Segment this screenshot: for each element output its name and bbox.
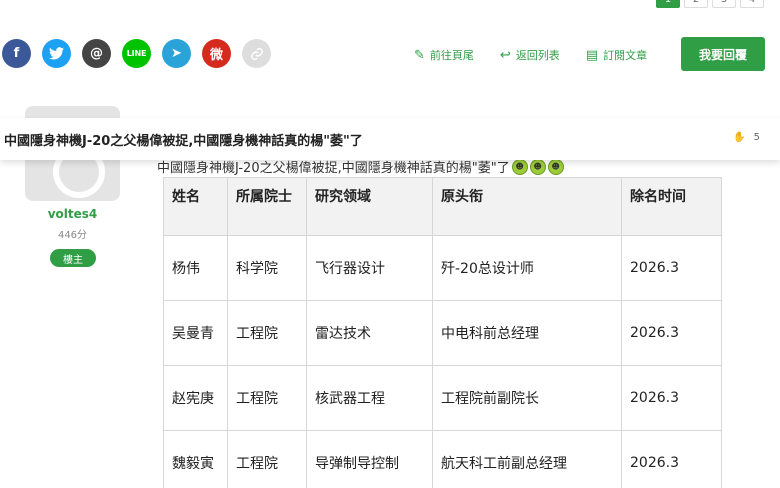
copy-link-icon[interactable] <box>242 39 271 68</box>
subscribe-label: 訂閱文章 <box>603 49 648 62</box>
author-name[interactable]: voltes4 <box>25 207 120 221</box>
table-cell: 工程院 <box>227 365 307 431</box>
page-4-button[interactable]: 4 <box>740 0 764 8</box>
go-to-last-page-link[interactable]: ✎ 前往頁尾 <box>414 47 474 63</box>
column-header: 姓名 <box>163 177 228 236</box>
facebook-icon[interactable]: f <box>2 39 31 68</box>
table-cell: 杨伟 <box>163 235 228 301</box>
original-poster-badge: 樓主 <box>50 249 96 267</box>
twitter-bird-icon <box>49 47 64 60</box>
table-cell: 工程院 <box>227 430 307 488</box>
link-chain-icon <box>250 47 263 60</box>
table-cell: 中电科前总经理 <box>432 300 622 366</box>
table-cell: 2026.3 <box>621 300 722 366</box>
telegram-icon[interactable]: ➤ <box>162 39 191 68</box>
back-arrow-icon: ↩ <box>499 47 511 63</box>
table-cell: 吴曼青 <box>163 300 228 366</box>
table-row: 杨伟 科学院 飞行器设计 歼-20总设计师 2026.3 <box>163 235 722 301</box>
back-to-list-label: 返回列表 <box>515 49 560 62</box>
table-cell: 魏毅寅 <box>163 430 228 488</box>
table-cell: 工程院 <box>227 300 307 366</box>
share-bar: f @ LINE ➤ 微 <box>2 39 271 68</box>
subscribe-link[interactable]: ▤ 訂閱文章 <box>586 47 647 63</box>
page-2-button[interactable]: 2 <box>684 0 708 8</box>
table-cell: 2026.3 <box>621 235 722 301</box>
page-3-button[interactable]: 3 <box>712 0 736 8</box>
line-icon[interactable]: LINE <box>122 39 151 68</box>
pen-icon: ✎ <box>414 47 425 63</box>
table-cell: 歼-20总设计师 <box>432 235 622 301</box>
table-cell: 工程院前副院长 <box>432 365 622 431</box>
weibo-icon[interactable]: 微 <box>202 39 231 68</box>
column-header: 所属院士 <box>227 177 307 236</box>
sticky-thread-title-bar: 中國隱身神機J-20之父楊偉被捉,中國隱身機神話真的楊"萎"了 ✋ 5 <box>0 118 780 160</box>
column-header: 原头衔 <box>432 177 622 236</box>
table-cell: 2026.3 <box>621 430 722 488</box>
table-row: 赵宪庚 工程院 核武器工程 工程院前副院长 2026.3 <box>163 365 722 431</box>
thread-title: 中國隱身神機J-20之父楊偉被捉,中國隱身機神話真的楊"萎"了 <box>4 133 363 149</box>
academician-table: 姓名 所属院士 研究领域 原头衔 除名时间 杨伟 科学院 飞行器设计 歼-20总… <box>163 177 722 488</box>
column-header: 除名时间 <box>621 177 722 236</box>
table-row: 魏毅寅 工程院 导弹制导控制 航天科工前副总经理 2026.3 <box>163 430 722 488</box>
column-header: 研究领域 <box>306 177 433 236</box>
twitter-icon[interactable] <box>42 39 71 68</box>
table-cell: 2026.3 <box>621 365 722 431</box>
like-count: 5 <box>753 132 760 143</box>
clap-icon: ✋ <box>733 132 746 143</box>
go-to-last-page-label: 前往頁尾 <box>429 49 474 62</box>
threads-icon[interactable]: @ <box>82 39 111 68</box>
table-cell: 飞行器设计 <box>306 235 433 301</box>
laugh-emoji-icon: ☻ <box>511 158 528 175</box>
back-to-list-link[interactable]: ↩ 返回列表 <box>500 47 560 63</box>
table-cell: 科学院 <box>227 235 307 301</box>
table-cell: 雷达技术 <box>306 300 433 366</box>
thread-actions: ✎ 前往頁尾 ↩ 返回列表 ▤ 訂閱文章 <box>414 47 647 63</box>
table-cell: 航天科工前副总经理 <box>432 430 622 488</box>
table-cell: 导弹制导控制 <box>306 430 433 488</box>
laugh-emoji-icon: ☻ <box>547 158 564 175</box>
reply-button[interactable]: 我要回覆 <box>681 37 765 71</box>
page-1-button[interactable]: 1 <box>656 0 680 8</box>
table-cell: 赵宪庚 <box>163 365 228 431</box>
like-counter[interactable]: ✋ 5 <box>733 132 760 143</box>
author-score: 446分 <box>57 230 88 241</box>
laugh-emoji-icon: ☻ <box>529 158 546 175</box>
table-header-row: 姓名 所属院士 研究领域 原头衔 除名时间 <box>163 177 722 236</box>
pagination: 1 2 3 4 <box>656 0 764 8</box>
table-row: 吴曼青 工程院 雷达技术 中电科前总经理 2026.3 <box>163 300 722 366</box>
document-icon: ▤ <box>585 47 599 63</box>
table-cell: 核武器工程 <box>306 365 433 431</box>
